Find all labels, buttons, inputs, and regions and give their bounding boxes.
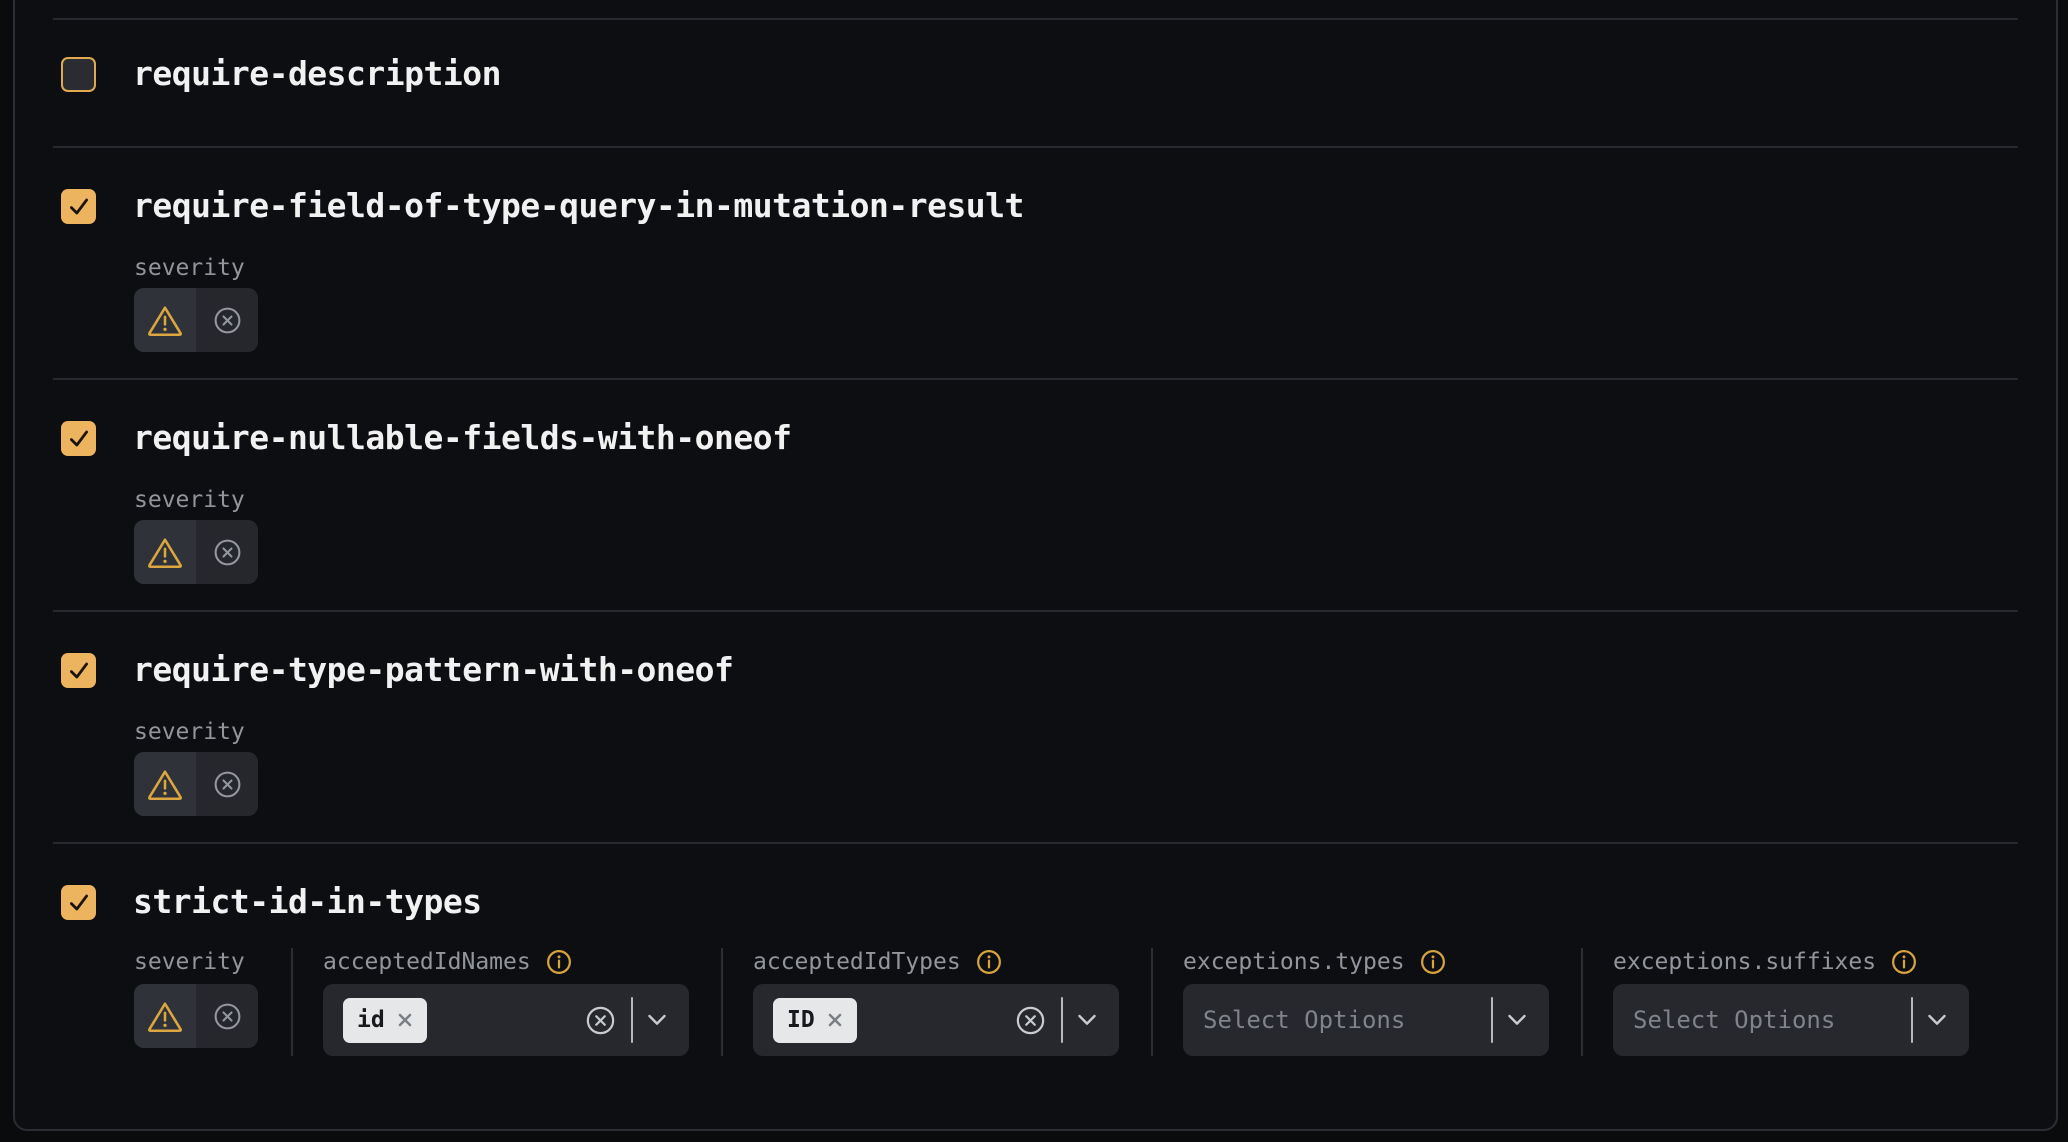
rule-checkbox[interactable] [61,57,96,92]
severity-warn-button[interactable] [134,752,196,816]
rule-checkbox[interactable] [61,189,96,224]
chevron-down-icon[interactable] [647,1014,667,1026]
circle-x-icon [212,537,243,568]
option-column-exceptions-suffixes: exceptions.suffixes Select Options [1581,948,2001,1056]
rule-name: require-field-of-type-query-in-mutation-… [133,188,1024,224]
multiselect[interactable]: Select Options [1183,984,1549,1056]
severity-off-button[interactable] [196,520,258,584]
warning-icon [147,768,183,801]
divider [1911,997,1913,1043]
chip: ID [773,998,857,1043]
chevron-down-icon[interactable] [1507,1014,1527,1026]
spacer [53,0,2018,18]
chevron-down-icon[interactable] [1927,1014,1947,1026]
rule-checkbox[interactable] [61,653,96,688]
check-icon [66,425,92,451]
warning-icon [147,304,183,337]
check-icon [66,889,92,915]
rule-row: require-nullable-fields-with-oneof sever… [53,378,2018,610]
option-column-severity: severity [134,948,291,1048]
rule-row: strict-id-in-types severity [53,842,2018,1129]
multiselect-placeholder: Select Options [1633,1006,1835,1034]
multiselect[interactable]: Select Options [1613,984,1969,1056]
chip-label: id [357,1007,385,1033]
rule-checkbox[interactable] [61,885,96,920]
option-label: acceptedIdNames [323,948,531,976]
clear-icon[interactable] [1014,1004,1047,1037]
severity-control [134,752,258,816]
option-label: exceptions.suffixes [1613,948,1876,976]
severity-label: severity [134,254,2018,282]
multiselect-placeholder: Select Options [1203,1006,1405,1034]
rules-card: require-description require-field-of-typ… [13,0,2058,1131]
divider [1061,997,1063,1043]
severity-off-button[interactable] [196,984,258,1048]
rule-row: require-type-pattern-with-oneof severity [53,610,2018,842]
clear-icon[interactable] [584,1004,617,1037]
rule-row: require-field-of-type-query-in-mutation-… [53,146,2018,378]
info-icon[interactable] [975,948,1003,976]
severity-warn-button[interactable] [134,984,196,1048]
check-icon [66,193,92,219]
warning-icon [147,536,183,569]
chip: id [343,998,427,1043]
option-column-acceptedIdTypes: acceptedIdTypes ID [721,948,1151,1056]
severity-control [134,520,258,584]
severity-control [134,288,258,352]
divider [1491,997,1493,1043]
chevron-down-icon[interactable] [1077,1014,1097,1026]
severity-label: severity [134,486,2018,514]
multiselect[interactable]: ID [753,984,1119,1056]
rule-name: require-type-pattern-with-oneof [133,652,733,688]
option-column-acceptedIdNames: acceptedIdNames id [291,948,721,1056]
multiselect[interactable]: id [323,984,689,1056]
rule-options: severity acceptedIdNames [134,948,2018,1056]
rule-name: require-description [133,56,501,92]
severity-label: severity [134,718,2018,746]
info-icon[interactable] [1890,948,1918,976]
circle-x-icon [212,1001,243,1032]
option-column-exceptions-types: exceptions.types Select Options [1151,948,1581,1056]
info-icon[interactable] [545,948,573,976]
severity-warn-button[interactable] [134,520,196,584]
circle-x-icon [212,769,243,800]
severity-off-button[interactable] [196,288,258,352]
rule-row: require-description [53,18,2018,146]
check-icon [66,657,92,683]
rule-name: strict-id-in-types [133,884,482,920]
severity-off-button[interactable] [196,752,258,816]
severity-control [134,984,258,1048]
rule-checkbox[interactable] [61,421,96,456]
info-icon[interactable] [1419,948,1447,976]
chip-remove-icon[interactable] [397,1012,413,1028]
circle-x-icon [212,305,243,336]
rule-name: require-nullable-fields-with-oneof [133,420,792,456]
option-label: acceptedIdTypes [753,948,961,976]
severity-label: severity [134,948,258,976]
option-label: exceptions.types [1183,948,1405,976]
chip-label: ID [787,1007,815,1033]
divider [631,997,633,1043]
chip-remove-icon[interactable] [827,1012,843,1028]
warning-icon [147,1000,183,1033]
rules-panel-page: require-description require-field-of-typ… [0,0,2068,1142]
severity-warn-button[interactable] [134,288,196,352]
